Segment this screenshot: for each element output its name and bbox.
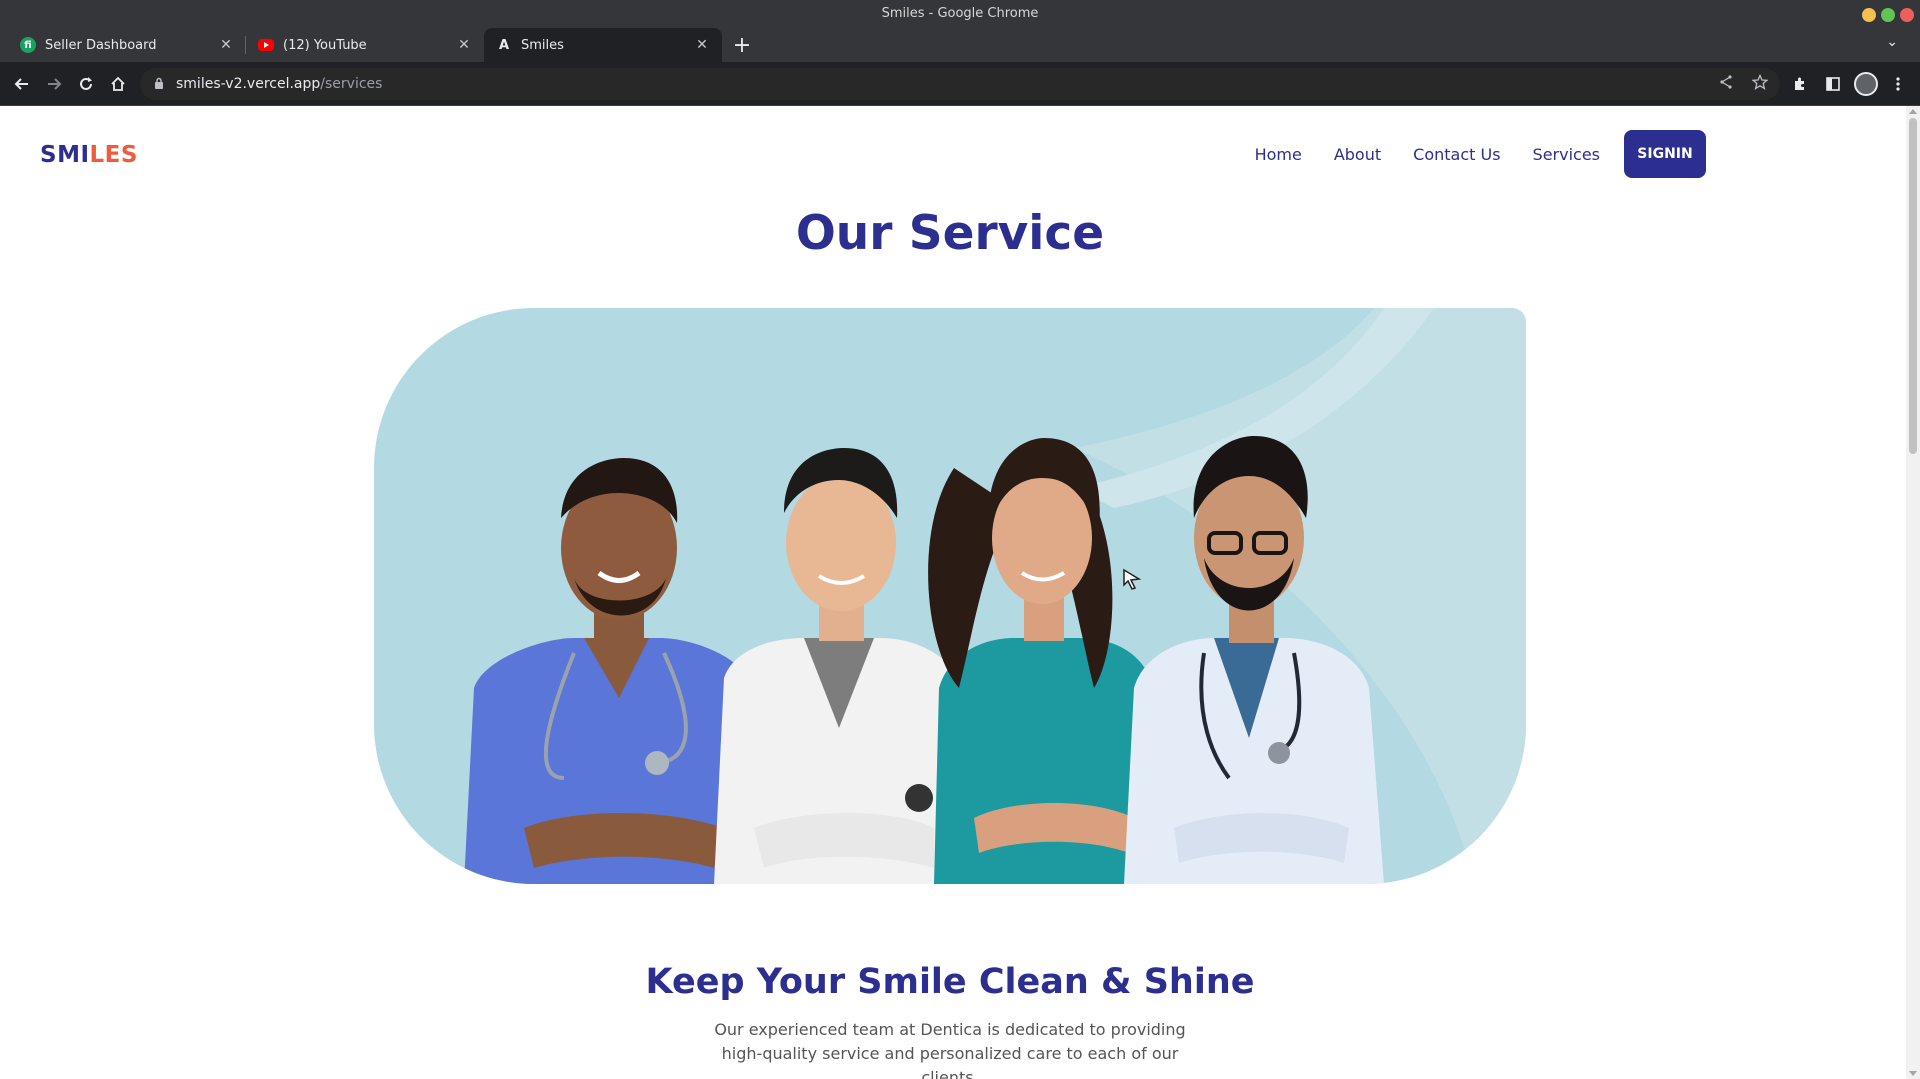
- section-description: Our experienced team at Dentica is dedic…: [714, 1020, 1186, 1079]
- tab-label: Smiles: [521, 37, 564, 53]
- logo-part-smi: SMI: [40, 142, 90, 168]
- window-controls: [1862, 8, 1914, 22]
- url-host: smiles-v2.vercel.app: [176, 76, 321, 92]
- share-icon[interactable]: [1718, 74, 1734, 94]
- side-panel-icon[interactable]: [1821, 72, 1845, 96]
- nav-link-contact[interactable]: Contact Us: [1413, 145, 1500, 164]
- close-window-button[interactable]: [1900, 8, 1914, 22]
- url-path: /services: [320, 76, 383, 92]
- page-scrollbar[interactable]: [1906, 106, 1920, 1079]
- close-tab-icon[interactable]: ✕: [694, 37, 710, 53]
- site-navbar: SMILES Home About Contact Us Services SI…: [0, 106, 1906, 204]
- nav-link-about[interactable]: About: [1334, 145, 1381, 164]
- browser-toolbar: smiles-v2.vercel.app/services: [0, 62, 1920, 106]
- maximize-button[interactable]: [1881, 8, 1895, 22]
- forward-icon[interactable]: [42, 72, 66, 96]
- scroll-down-icon[interactable]: [1909, 1071, 1917, 1076]
- smiles-favicon-icon: A: [498, 37, 510, 53]
- site-logo[interactable]: SMILES: [40, 142, 138, 168]
- logo-part-les: LES: [89, 142, 138, 168]
- menu-kebab-icon[interactable]: [1886, 72, 1910, 96]
- lock-icon[interactable]: [154, 77, 164, 92]
- tab-smiles[interactable]: A Smiles ✕: [484, 28, 722, 62]
- home-icon[interactable]: [106, 72, 130, 96]
- youtube-favicon-icon: [258, 39, 274, 51]
- nav-link-services[interactable]: Services: [1533, 145, 1600, 164]
- window-title: Smiles - Google Chrome: [881, 6, 1039, 21]
- tab-seller-dashboard[interactable]: fi Seller Dashboard ✕: [8, 28, 246, 62]
- signin-button[interactable]: SIGNIN: [1624, 130, 1706, 178]
- reload-icon[interactable]: [74, 72, 98, 96]
- extensions-icon[interactable]: [1788, 72, 1812, 96]
- tab-youtube[interactable]: (12) YouTube ✕: [246, 28, 484, 62]
- tab-label: (12) YouTube: [283, 37, 367, 53]
- close-tab-icon[interactable]: ✕: [456, 37, 472, 53]
- hero-illustration: [464, 308, 1526, 884]
- seller-dashboard-favicon-icon: fi: [20, 37, 36, 53]
- browser-titlebar: Smiles - Google Chrome fi Seller Dashboa…: [0, 0, 1920, 62]
- page-title: Our Service: [795, 206, 1105, 261]
- hero-image-doctors: [374, 308, 1526, 884]
- tab-strip: fi Seller Dashboard ✕ (12) YouTube ✕ A S…: [8, 28, 756, 62]
- back-icon[interactable]: [10, 72, 34, 96]
- tab-label: Seller Dashboard: [45, 37, 157, 53]
- tab-search-chevron-icon[interactable]: ⌄: [1886, 34, 1898, 50]
- bookmark-star-icon[interactable]: [1751, 73, 1769, 94]
- new-tab-plus-icon[interactable]: +: [728, 28, 756, 62]
- close-tab-icon[interactable]: ✕: [218, 37, 234, 53]
- url-text: smiles-v2.vercel.app/services: [176, 76, 382, 92]
- nav-links: Home About Contact Us Services SIGNIN: [1223, 130, 1706, 178]
- minimize-button[interactable]: [1862, 8, 1876, 22]
- mouse-cursor-icon: [1122, 568, 1142, 594]
- profile-avatar[interactable]: [1854, 72, 1878, 96]
- scroll-up-icon[interactable]: [1909, 109, 1917, 114]
- scrollbar-thumb[interactable]: [1909, 118, 1917, 454]
- nav-link-home[interactable]: Home: [1255, 145, 1302, 164]
- address-bar[interactable]: smiles-v2.vercel.app/services: [140, 68, 1780, 100]
- page-viewport: SMILES Home About Contact Us Services SI…: [0, 106, 1906, 1079]
- section-title: Keep Your Smile Clean & Shine: [645, 962, 1255, 1002]
